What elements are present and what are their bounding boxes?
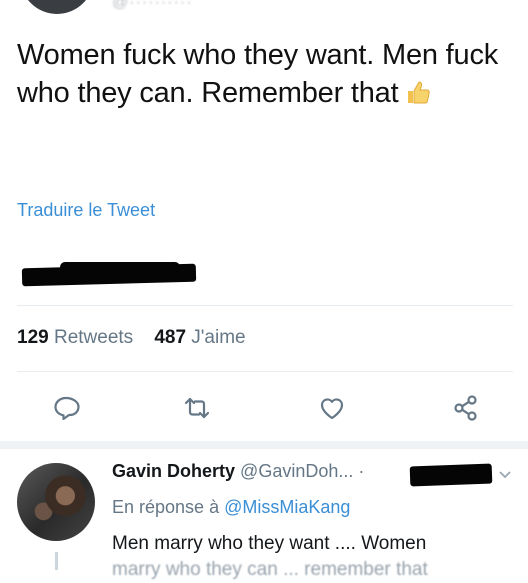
likes-label[interactable]: J'aime [191, 327, 245, 348]
redacted-timestamp-mark [60, 262, 180, 272]
reply-author-name[interactable]: Gavin Doherty [112, 461, 235, 481]
divider [17, 371, 513, 372]
tweet-actions [0, 383, 528, 433]
retweet-icon[interactable] [182, 393, 212, 423]
reply-prefix: En réponse à [112, 497, 220, 517]
reply-avatar[interactable] [17, 463, 95, 541]
redacted-reply-time [409, 463, 493, 487]
reply-text-line2: marry who they can ... remember that [112, 559, 428, 580]
heart-icon[interactable] [317, 393, 347, 423]
divider [17, 305, 513, 306]
separator-dot: · [358, 461, 365, 481]
translate-tweet-link[interactable]: Traduire le Tweet [17, 200, 155, 221]
section-divider [0, 441, 528, 449]
reply-text-line1: Men marry who they want .... Women [112, 533, 427, 554]
reply-to-handle[interactable]: @MissMiaKang [224, 497, 350, 517]
reply-icon[interactable] [51, 393, 81, 423]
thumbs-up-icon [404, 78, 432, 116]
retweets-label[interactable]: Retweets [54, 327, 133, 348]
chevron-down-icon[interactable] [497, 466, 513, 487]
retweets-count[interactable]: 129 [17, 327, 49, 348]
reply-author-handle[interactable]: @GavinDoh... [240, 461, 353, 481]
likes-count[interactable]: 487 [154, 327, 186, 348]
reply-header: Gavin Doherty @GavinDoh... · [112, 461, 364, 482]
author-handle-cropped: @·········· [112, 0, 193, 11]
share-icon[interactable] [451, 393, 481, 423]
thread-line [55, 552, 58, 570]
tweet-text: Women fuck who they want. Men fuck who t… [17, 36, 517, 116]
reply-context: En réponse à @MissMiaKang [112, 497, 350, 518]
author-avatar[interactable] [20, 0, 94, 14]
tweet-stats: 129 Retweets 487 J'aime [17, 327, 246, 349]
